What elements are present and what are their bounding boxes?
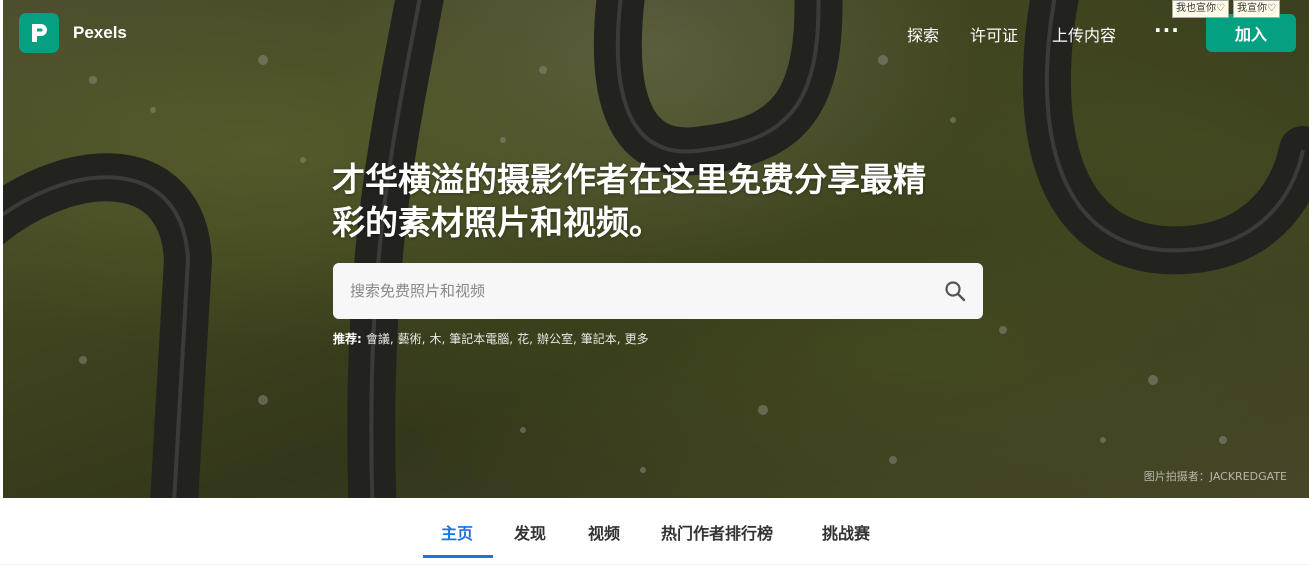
search-input[interactable]	[333, 263, 927, 319]
suggestion-link[interactable]: 筆記本電腦,	[449, 330, 513, 347]
join-button[interactable]: 加入	[1206, 14, 1296, 52]
hero-headline-line-1: 才华横溢的摄影作者在这里免费分享最精	[332, 160, 926, 199]
tab-leaderboard[interactable]: 热门作者排行榜	[661, 520, 773, 544]
hero-banner	[3, 0, 1309, 498]
tab-videos[interactable]: 视频	[588, 520, 620, 544]
sticker-2: 我宣你♡	[1232, 0, 1280, 18]
nav-explore-link[interactable]: 探索	[907, 22, 939, 46]
search-icon[interactable]	[927, 263, 983, 319]
suggestion-link[interactable]: 木,	[429, 330, 445, 347]
sticker-1: 我也宣你♡	[1172, 0, 1229, 18]
suggestion-link[interactable]: 會議,	[366, 330, 394, 347]
photo-credit[interactable]: 图片拍摄者：JACKREDGATE	[1144, 468, 1287, 484]
nav-upload-link[interactable]: 上传内容	[1052, 22, 1116, 46]
suggestions-label: 推荐:	[333, 332, 362, 346]
top-navigation: Pexels 探索 许可证 上传内容 ··· 加入 我也宣你♡ 我宣你♡	[0, 0, 1309, 68]
search-suggestions: 推荐: 會議, 藝術, 木, 筆記本電腦, 花, 辦公室, 筆記本, 更多	[333, 330, 649, 347]
browser-extension-stickers: 我也宣你♡ 我宣你♡	[1172, 0, 1309, 18]
suggestion-link[interactable]: 藝術,	[398, 330, 426, 347]
tab-challenges[interactable]: 挑战赛	[822, 520, 870, 544]
nav-license-link[interactable]: 许可证	[970, 22, 1018, 46]
section-tabs: 主页 发现 视频 热门作者排行榜 挑战赛	[0, 498, 1309, 565]
active-tab-indicator	[423, 555, 493, 558]
pexels-logo-icon[interactable]	[19, 13, 59, 53]
more-menu-icon[interactable]: ···	[1154, 18, 1180, 42]
suggestion-link[interactable]: 花,	[517, 330, 533, 347]
suggestion-link[interactable]: 筆記本,	[581, 330, 621, 347]
brand-name[interactable]: Pexels	[73, 23, 127, 43]
hero-headline: 才华横溢的摄影作者在这里免费分享最精 彩的素材照片和视频。	[332, 158, 992, 244]
suggestion-more-link[interactable]: 更多	[625, 330, 649, 347]
tab-discover[interactable]: 发现	[514, 520, 546, 544]
suggestion-link[interactable]: 辦公室,	[537, 330, 577, 347]
tab-home[interactable]: 主页	[441, 520, 473, 544]
hero-headline-line-2: 彩的素材照片和视频。	[332, 203, 662, 242]
search-bar	[333, 263, 983, 319]
